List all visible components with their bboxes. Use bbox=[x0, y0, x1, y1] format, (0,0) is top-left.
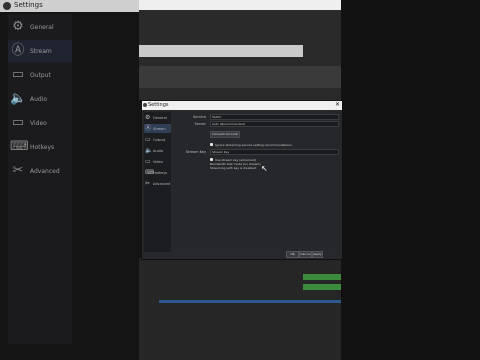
service-label: Service bbox=[193, 115, 206, 119]
background-window-title: Settings bbox=[14, 1, 43, 9]
apply-button[interactable]: Apply bbox=[312, 251, 323, 258]
obs-main-window-top bbox=[139, 0, 341, 100]
monitor-icon: ▭ bbox=[145, 158, 151, 165]
ignore-recommendations-checkbox[interactable] bbox=[210, 143, 213, 146]
sidebar-item-label: Advanced bbox=[153, 182, 171, 186]
sidebar-item-stream[interactable]: Ⓐ Stream bbox=[144, 124, 171, 133]
audio-meter bbox=[303, 284, 341, 290]
bg-sidebar-label: Video bbox=[30, 120, 47, 127]
server-select[interactable]: Auto (Recommended) bbox=[210, 121, 339, 127]
bg-sidebar-item-video: ▭ Video bbox=[8, 112, 72, 134]
server-label: Server bbox=[194, 122, 206, 126]
ok-button[interactable]: OK bbox=[286, 251, 299, 258]
bg-sidebar-item-hotkeys: ⌨ Hotkeys bbox=[8, 136, 72, 158]
right-dark-area bbox=[341, 0, 480, 360]
bg-sidebar-label: General bbox=[30, 24, 54, 31]
sidebar-item-output[interactable]: ▭ Output bbox=[144, 135, 171, 144]
settings-sidebar: ⚙ General Ⓐ Stream ▭ Output 🔈 Audio ▭ Vi… bbox=[144, 112, 171, 252]
app-icon bbox=[3, 2, 11, 10]
stream-settings-panel: Service Twitch Server Auto (Recommended)… bbox=[174, 112, 340, 248]
sidebar-item-label: General bbox=[153, 116, 167, 120]
bg-sidebar-item-output: ▭ Output bbox=[8, 64, 72, 86]
gear-icon: ⚙ bbox=[12, 19, 24, 34]
dialog-titlebar: Settings ✕ bbox=[142, 101, 342, 110]
obs-main-window-bottom bbox=[139, 258, 341, 360]
ignore-recommendations-label: Ignore streaming service setting recomme… bbox=[215, 143, 292, 147]
gear-icon: ⚙ bbox=[145, 114, 151, 121]
speaker-icon: 🔈 bbox=[145, 147, 153, 154]
bg-sidebar-label: Hotkeys bbox=[30, 144, 55, 151]
bg-sidebar-item-general: ⚙ General bbox=[8, 16, 72, 38]
monitor-icon: ▭ bbox=[11, 115, 25, 130]
settings-dialog: Settings ✕ ⚙ General Ⓐ Stream ▭ Output 🔈… bbox=[141, 100, 343, 260]
top-white-bar bbox=[139, 0, 341, 10]
sidebar-item-hotkeys[interactable]: ⌨ Hotkeys bbox=[144, 168, 171, 177]
output-icon: ▭ bbox=[11, 67, 25, 82]
light-bar bbox=[139, 45, 303, 57]
bg-sidebar-label: Stream bbox=[30, 48, 52, 55]
close-icon[interactable]: ✕ bbox=[335, 101, 340, 108]
tools-icon: ✂ bbox=[145, 180, 151, 187]
tools-icon: ✂ bbox=[12, 163, 24, 178]
dialog-title: Settings bbox=[148, 102, 169, 108]
output-icon: ▭ bbox=[145, 136, 151, 143]
note-line-2: Streaming with key is disabled bbox=[210, 166, 256, 170]
timeline-bar bbox=[159, 300, 341, 303]
bg-sidebar-item-audio: 🔈 Audio bbox=[8, 88, 72, 110]
stream-key-field[interactable]: Stream Key bbox=[210, 149, 339, 155]
bg-sidebar-label: Output bbox=[30, 72, 51, 79]
background-sidebar: ⚙ General Ⓐ Stream ▭ Output 🔈 Audio ▭ Vi… bbox=[8, 14, 72, 344]
stream-icon: Ⓐ bbox=[145, 125, 152, 132]
speaker-icon: 🔈 bbox=[10, 91, 27, 106]
audio-meter bbox=[303, 274, 341, 280]
sidebar-item-general[interactable]: ⚙ General bbox=[144, 113, 171, 122]
sidebar-item-label: Video bbox=[153, 160, 163, 164]
sidebar-item-label: Audio bbox=[153, 149, 163, 153]
bg-sidebar-label: Advanced bbox=[30, 168, 60, 175]
use-stream-key-checkbox[interactable] bbox=[210, 158, 213, 161]
mouse-cursor-icon: ↖ bbox=[261, 164, 268, 173]
sidebar-item-label: Stream bbox=[153, 127, 166, 131]
service-select[interactable]: Twitch bbox=[210, 114, 339, 120]
sidebar-item-label: Output bbox=[153, 138, 166, 142]
stream-icon: Ⓐ bbox=[11, 43, 25, 58]
connect-account-button[interactable]: Connect Account bbox=[210, 131, 240, 138]
keyboard-icon: ⌨ bbox=[10, 139, 29, 154]
stream-key-label: Stream Key bbox=[185, 150, 206, 154]
sidebar-item-video[interactable]: ▭ Video bbox=[144, 157, 171, 166]
bg-sidebar-item-stream: Ⓐ Stream bbox=[8, 40, 72, 62]
sidebar-item-label: Hotkeys bbox=[153, 171, 168, 175]
sidebar-item-audio[interactable]: 🔈 Audio bbox=[144, 146, 171, 155]
toolbar-band bbox=[139, 66, 341, 88]
bg-sidebar-label: Audio bbox=[30, 96, 48, 103]
bg-sidebar-item-advanced: ✂ Advanced bbox=[8, 160, 72, 182]
cancel-button[interactable]: Cancel bbox=[299, 251, 312, 258]
app-icon bbox=[143, 103, 147, 107]
sidebar-item-advanced[interactable]: ✂ Advanced bbox=[144, 179, 171, 188]
